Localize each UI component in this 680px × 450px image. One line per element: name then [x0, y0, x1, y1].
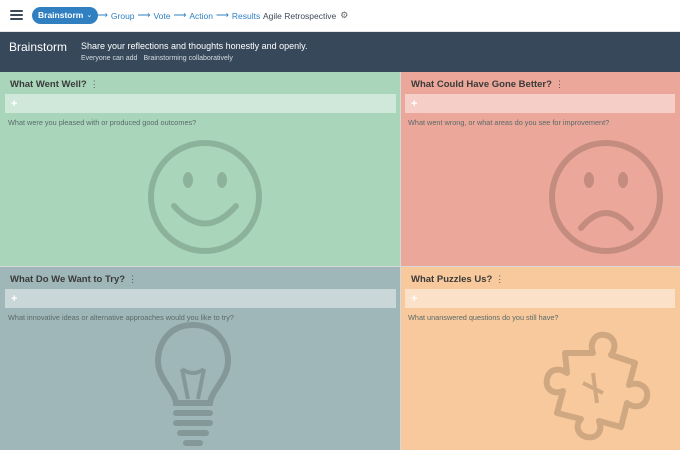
column-what-could-have-gone-better: What Could Have Gone Better? ⋮ + What we…: [400, 72, 680, 266]
column-title-text: What Could Have Gone Better?: [411, 79, 552, 90]
top-toolbar: Brainstorm ⌄ ⟶ Group ⟶ Vote ⟶ Action ⟶ R…: [0, 0, 680, 32]
lightbulb-icon: [154, 321, 232, 446]
arrow-icon: ⟶: [137, 10, 151, 20]
column-prompt: What unanswered questions do you still h…: [408, 313, 559, 322]
more-options-icon[interactable]: ⋮: [495, 274, 504, 285]
step-navigation: ⟶ Group ⟶ Vote ⟶ Action ⟶ Results: [94, 10, 260, 21]
puzzle-piece-icon: [543, 331, 651, 441]
phase-description: Share your reflections and thoughts hone…: [81, 41, 308, 51]
step-vote[interactable]: Vote: [153, 11, 170, 21]
status-permission: Everyone can add: [81, 55, 138, 62]
retrospective-title: Agile Retrospective ⚙: [263, 10, 348, 21]
column-prompt: What were you pleased with or produced g…: [8, 118, 197, 127]
column-title: What Could Have Gone Better? ⋮: [411, 79, 564, 90]
gear-icon[interactable]: ⚙: [340, 10, 348, 21]
phase-banner: Brainstorm Share your reflections and th…: [0, 32, 680, 72]
add-card-button[interactable]: +: [405, 289, 675, 308]
column-title: What Went Well? ⋮: [10, 79, 99, 90]
column-title: What Do We Want to Try? ⋮: [10, 274, 137, 285]
arrow-icon: ⟶: [95, 10, 108, 20]
more-options-icon[interactable]: ⋮: [128, 274, 137, 285]
plus-icon: +: [411, 98, 418, 110]
step-brainstorm-button[interactable]: Brainstorm ⌄: [32, 7, 99, 24]
arrow-icon: ⟶: [173, 10, 187, 20]
retrospective-name: Agile Retrospective: [263, 10, 337, 21]
hamburger-icon[interactable]: [10, 10, 23, 20]
column-title: What Puzzles Us? ⋮: [411, 274, 504, 285]
column-what-puzzles-us: What Puzzles Us? ⋮ + What unanswered que…: [400, 266, 680, 450]
add-card-button[interactable]: +: [405, 94, 675, 113]
step-action[interactable]: Action: [189, 11, 213, 21]
status-mode: Brainstorming collaboratively: [143, 55, 233, 62]
plus-icon: +: [11, 98, 18, 110]
step-group[interactable]: Group: [111, 11, 135, 21]
chevron-down-icon: ⌄: [86, 12, 93, 19]
phase-status: Everyone can add Brainstorming collabora…: [81, 55, 233, 62]
add-card-button[interactable]: +: [5, 289, 396, 308]
plus-icon: +: [411, 293, 418, 305]
phase-title: Brainstorm: [9, 40, 68, 54]
add-card-button[interactable]: +: [5, 94, 396, 113]
column-title-text: What Puzzles Us?: [411, 274, 493, 285]
more-options-icon[interactable]: ⋮: [90, 79, 99, 90]
arrow-icon: ⟶: [216, 10, 229, 20]
column-prompt: What went wrong, or what areas do you se…: [408, 118, 610, 127]
column-title-text: What Do We Want to Try?: [10, 274, 126, 285]
smiley-face-icon: [148, 140, 262, 254]
sad-face-icon: [549, 140, 663, 254]
current-step-label: Brainstorm: [38, 10, 84, 20]
plus-icon: +: [11, 293, 18, 305]
column-prompt: What innovative ideas or alternative app…: [8, 313, 234, 322]
more-options-icon[interactable]: ⋮: [555, 79, 564, 90]
step-results[interactable]: Results: [232, 11, 260, 21]
column-what-do-we-want-to-try: What Do We Want to Try? ⋮ + What innovat…: [0, 266, 400, 450]
column-what-went-well: What Went Well? ⋮ + What were you please…: [0, 72, 400, 266]
column-title-text: What Went Well?: [10, 79, 87, 90]
